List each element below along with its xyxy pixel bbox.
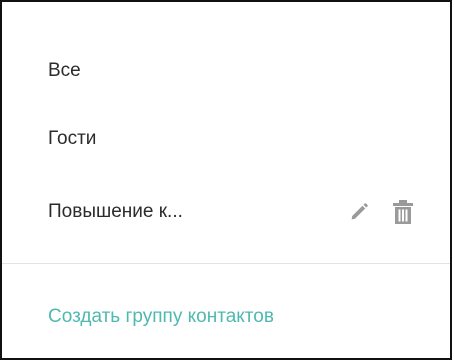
create-contact-group-link[interactable]: Создать группу контактов <box>48 306 274 328</box>
group-item-all[interactable]: Все <box>2 46 450 96</box>
pencil-icon[interactable] <box>346 199 372 225</box>
group-item-label: Все <box>48 60 81 81</box>
divider <box>2 263 450 264</box>
contact-groups-panel: Все Гости Повышение к... Создать группу … <box>0 0 452 360</box>
group-item-label: Повышение к... <box>48 201 183 222</box>
group-item-label: Гости <box>48 128 97 149</box>
trash-icon[interactable] <box>390 199 416 225</box>
group-item-promotion[interactable]: Повышение к... <box>2 187 450 237</box>
group-item-guests[interactable]: Гости <box>2 114 450 164</box>
group-item-actions <box>346 187 416 237</box>
